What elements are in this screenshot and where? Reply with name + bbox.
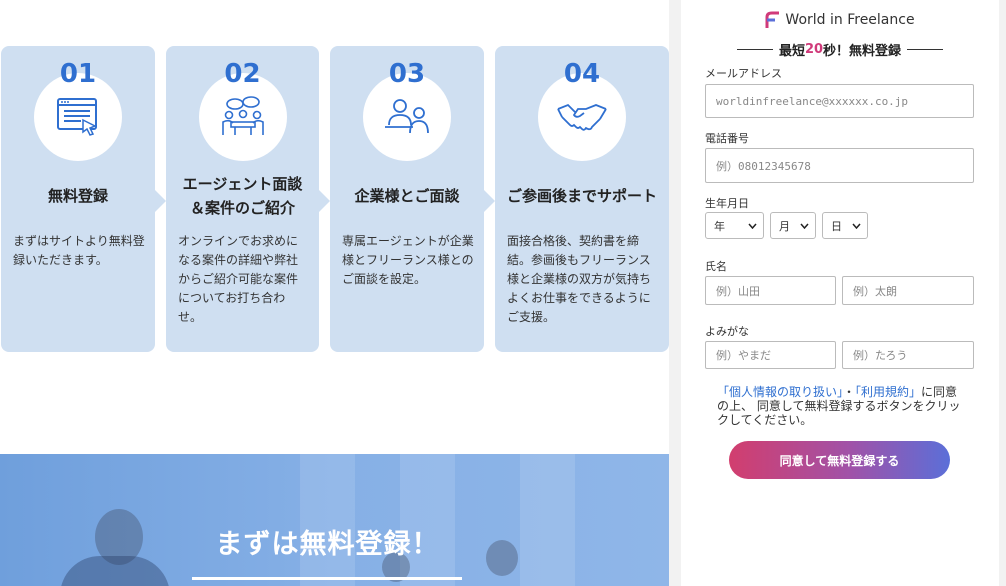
site-logo[interactable]: World in Freelance	[681, 11, 999, 29]
birth-day-value: 日	[831, 219, 842, 233]
birth-year-select[interactable]: 年	[705, 212, 764, 239]
banner-window-decoration	[300, 454, 355, 586]
tagline-suffix: 秒！無料登録	[823, 44, 902, 59]
step-3-description: 専属エージェントが企業様とフリーランス様とのご面談を設定。	[342, 234, 474, 286]
step-2-number: 02	[224, 59, 261, 89]
cta-banner: まずは無料登録！	[0, 454, 669, 586]
step-card-1: 01 無料登録 まずはサイトより無料登録いただきます。	[1, 46, 166, 352]
banner-headline-underline	[192, 577, 462, 580]
email-label: メールアドレス	[705, 67, 782, 80]
step-card-3: 03 企業様とご面談 専属エージェントが企業様とフリーランス様とのご面談を設定。	[330, 46, 495, 352]
first-name-kana-field[interactable]: 例）たろう	[842, 341, 974, 369]
step-4-description: 面接合格後、契約書を締結。参画後もフリーランス様と企業様の双方が気持ちよくお仕事…	[507, 234, 652, 324]
chevron-down-icon	[800, 223, 809, 229]
logo-text: World in Freelance	[785, 12, 915, 28]
terms-link[interactable]: 「利用規約」	[855, 385, 921, 399]
phone-label: 電話番号	[705, 132, 749, 145]
last-name-kana-field[interactable]: 例）やまだ	[705, 341, 836, 369]
step-4-number: 04	[563, 59, 601, 89]
step-arrow	[155, 190, 166, 212]
step-3-number: 03	[388, 59, 426, 89]
first-name-field[interactable]: 例）太朗	[842, 276, 974, 305]
privacy-policy-link[interactable]: 「個人情報の取り扱い」	[717, 385, 843, 399]
step-card-2: 02 エージェント面談 ＆案件のご紹介 オンラインでお求めになる案件の詳細や弊社…	[166, 46, 330, 352]
step-1-description: まずはサイトより無料登録いただきます。	[13, 234, 145, 267]
step-1-title: 無料登録	[47, 187, 108, 205]
submit-button[interactable]: 同意して無料登録する	[729, 441, 950, 479]
banner-window-decoration	[520, 454, 575, 586]
birth-year-value: 年	[714, 219, 725, 233]
tagline-number: 20	[804, 42, 824, 57]
step-3-title: 企業様とご面談	[354, 187, 460, 205]
browser-form-icon	[57, 98, 97, 136]
steps-section: 01 無料登録 まずはサイトより無料登録いただきます。 02 エージェント面談 …	[0, 0, 669, 586]
chevron-down-icon	[748, 223, 757, 229]
chevron-down-icon	[852, 223, 861, 229]
birth-day-select[interactable]: 日	[822, 212, 868, 239]
registration-form: World in Freelance 最短 20 秒！無料登録 メールアドレス …	[681, 0, 999, 586]
interview-icon	[385, 99, 429, 134]
handshake-icon	[557, 103, 607, 131]
step-2-description: オンラインでお求めになる案件の詳細や弊社からご紹介可能な案件についてお打ち合わせ…	[178, 234, 299, 324]
tagline-divider	[907, 49, 944, 50]
last-name-field[interactable]: 例）山田	[705, 276, 836, 305]
step-card-4: 04 ご参画後までサポート 面接合格後、契約書を締結。参画後もフリーランス様と企…	[495, 46, 669, 352]
meeting-table-icon	[221, 96, 264, 135]
form-tagline: 最短 20 秒！無料登録	[681, 40, 999, 59]
step-arrow	[319, 190, 330, 212]
tagline-divider	[736, 49, 773, 50]
consent-separator: ・	[843, 385, 856, 399]
birth-month-select[interactable]: 月	[770, 212, 816, 239]
step-2-title: エージェント面談 ＆案件のご紹介	[182, 175, 303, 217]
step-4-title: ご参画後までサポート	[506, 187, 657, 205]
email-field[interactable]: worldinfreelance@xxxxxx.co.jp	[705, 84, 974, 118]
phone-field[interactable]: 例）08012345678	[705, 148, 974, 183]
name-label: 氏名	[705, 260, 727, 273]
consent-text: 「個人情報の取り扱い」・「利用規約」に同意の上、 同意して無料登録するボタンをク…	[717, 385, 967, 427]
kana-label: よみがな	[705, 325, 749, 338]
birthdate-label: 生年月日	[705, 197, 749, 210]
banner-headline: まずは無料登録！	[215, 529, 440, 560]
birth-month-value: 月	[779, 219, 790, 233]
step-arrow	[484, 190, 495, 212]
tagline-prefix: 最短	[778, 44, 805, 59]
logo-mark-icon	[765, 11, 780, 28]
step-1-number: 01	[59, 59, 97, 89]
